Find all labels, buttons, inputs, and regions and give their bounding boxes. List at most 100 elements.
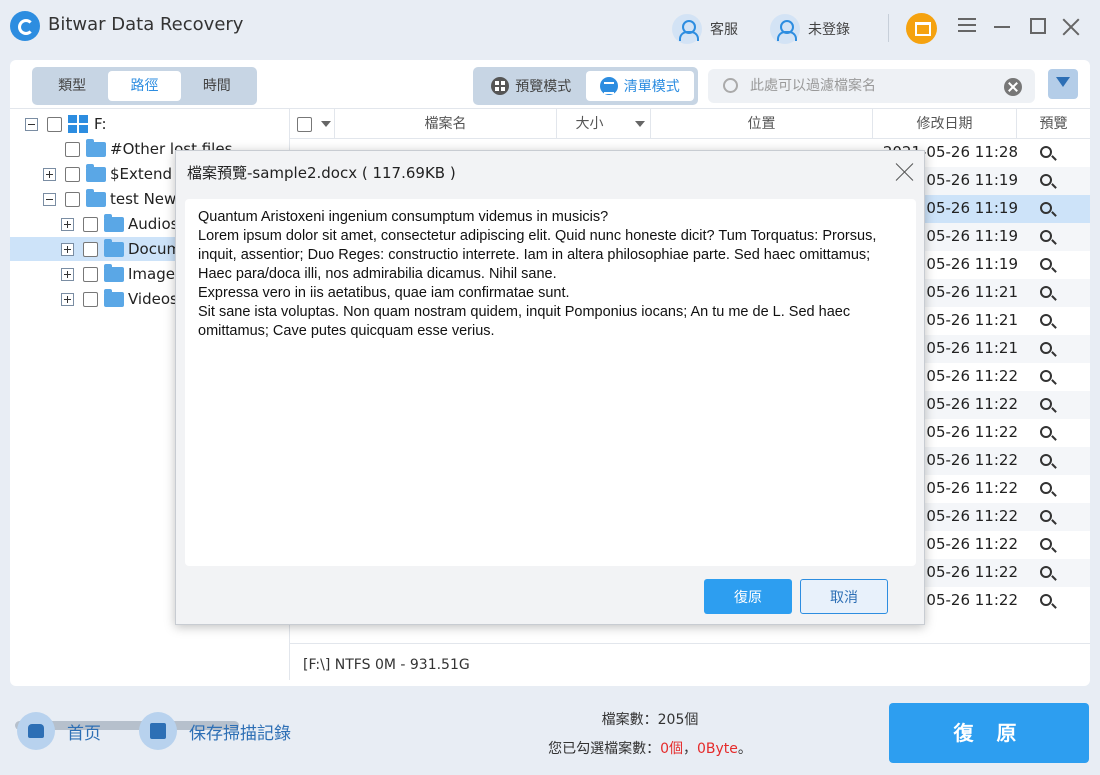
selected-summary: 您已勾選檔案數：0個，0Byte。 [548, 741, 752, 757]
collapse-icon[interactable] [25, 117, 38, 131]
file-count: 檔案數：205個 [601, 712, 699, 728]
save-scan-button[interactable]: 保存掃描記錄 [139, 712, 291, 750]
folder-icon [104, 213, 124, 232]
expand-icon[interactable] [43, 167, 56, 181]
preview-magnifier-icon[interactable] [1040, 454, 1052, 466]
preview-content: Quantum Aristoxeni ingenium consumptum v… [185, 199, 916, 566]
expand-icon[interactable] [61, 217, 74, 231]
preview-line: Lorem ipsum dolor sit amet, consectetur … [198, 228, 877, 282]
preview-magnifier-icon[interactable] [1040, 230, 1052, 242]
scan-view-tabs: 類型 路徑 時間 [32, 67, 257, 105]
filter-icon[interactable] [1048, 69, 1078, 99]
preview-line: Sit sane ista voluptas. Non quam nostram… [198, 304, 851, 339]
preview-magnifier-icon[interactable] [1040, 314, 1052, 326]
expand-icon[interactable] [61, 242, 74, 256]
column-size[interactable]: 大小 [557, 109, 651, 139]
tree-item[interactable]: F: [10, 112, 289, 136]
login-label: 未登錄 [808, 22, 850, 38]
drive-icon [68, 115, 88, 133]
app-title: Bitwar Data Recovery [48, 14, 244, 35]
preview-mode-label: 預覽模式 [515, 79, 572, 95]
folder-icon [86, 138, 106, 157]
list-icon [599, 77, 618, 95]
partition-info: [F:\] NTFS 0M - 931.51G [303, 657, 470, 673]
app-logo-icon [10, 11, 40, 41]
close-window-icon[interactable] [1062, 18, 1080, 36]
expand-icon[interactable] [61, 267, 74, 281]
sort-caret-icon [635, 121, 645, 127]
tree-checkbox[interactable] [65, 191, 80, 207]
file-preview-dialog: 檔案預覽-sample2.docx ( 117.69KB ) Quantum A… [175, 150, 925, 625]
cart-icon[interactable] [906, 13, 937, 44]
tree-item-label: Videos [128, 290, 178, 308]
tab-type[interactable]: 類型 [36, 71, 108, 101]
home-icon [17, 712, 55, 750]
minimize-icon[interactable] [994, 26, 1010, 28]
save-icon [139, 712, 177, 750]
select-all-checkbox[interactable] [297, 117, 312, 132]
search-box [708, 69, 1035, 103]
column-modified[interactable]: 修改日期 [873, 109, 1017, 139]
menu-icon[interactable] [958, 18, 976, 36]
close-icon[interactable] [895, 162, 915, 182]
dialog-title: 檔案預覽-sample2.docx ( 117.69KB ) [187, 164, 456, 182]
preview-magnifier-icon[interactable] [1040, 146, 1052, 158]
tree-item-label: F: [94, 115, 107, 133]
grid-icon [491, 77, 510, 95]
preview-magnifier-icon[interactable] [1040, 594, 1052, 606]
tree-checkbox[interactable] [65, 166, 80, 182]
search-input[interactable] [750, 69, 1000, 103]
list-mode-button[interactable]: 清單模式 [585, 71, 694, 101]
tree-checkbox[interactable] [83, 266, 98, 282]
title-bar: Bitwar Data Recovery 客服 未登錄 [0, 0, 1100, 56]
preview-magnifier-icon[interactable] [1040, 426, 1052, 438]
tree-checkbox[interactable] [47, 116, 62, 132]
preview-magnifier-icon[interactable] [1040, 482, 1052, 494]
preview-magnifier-icon[interactable] [1040, 510, 1052, 522]
column-location[interactable]: 位置 [651, 109, 873, 139]
folder-icon [104, 288, 124, 307]
preview-magnifier-icon[interactable] [1040, 342, 1052, 354]
column-name[interactable]: 檔案名 [335, 109, 557, 139]
select-all-header[interactable] [290, 109, 335, 139]
preview-magnifier-icon[interactable] [1040, 566, 1052, 578]
tree-item-label: Docum [128, 240, 182, 258]
status-bar: [F:\] NTFS 0M - 931.51G [290, 643, 1090, 686]
collapse-icon[interactable] [43, 192, 56, 206]
column-preview[interactable]: 預覽 [1017, 109, 1090, 139]
home-button[interactable]: 首页 [17, 712, 101, 750]
support-icon [672, 14, 702, 44]
dialog-recover-button[interactable]: 復原 [704, 579, 792, 614]
preview-magnifier-icon[interactable] [1040, 202, 1052, 214]
preview-magnifier-icon[interactable] [1040, 538, 1052, 550]
recover-button[interactable]: 復 原 [889, 703, 1089, 763]
selection-summary: 檔案數：205個 您已勾選檔案數：0個，0Byte。 [520, 706, 780, 764]
tree-checkbox[interactable] [83, 291, 98, 307]
preview-mode-button[interactable]: 預覽模式 [477, 71, 586, 101]
preview-magnifier-icon[interactable] [1040, 258, 1052, 270]
column-size-label: 大小 [575, 116, 604, 132]
preview-line: Quantum Aristoxeni ingenium consumptum v… [198, 209, 609, 225]
tree-checkbox[interactable] [65, 141, 80, 157]
dialog-cancel-button[interactable]: 取消 [800, 579, 888, 614]
login-button[interactable]: 未登錄 [770, 14, 850, 44]
tree-checkbox[interactable] [83, 216, 98, 232]
tree-item-label: Audios [128, 215, 179, 233]
clear-search-icon[interactable] [1004, 78, 1022, 96]
table-header: 檔案名 大小 位置 修改日期 預覽 [290, 109, 1090, 139]
tab-time[interactable]: 時間 [181, 71, 253, 101]
tree-checkbox[interactable] [83, 241, 98, 257]
expand-icon[interactable] [61, 292, 74, 306]
preview-magnifier-icon[interactable] [1040, 370, 1052, 382]
chevron-down-icon[interactable] [321, 121, 331, 127]
user-icon [770, 14, 800, 44]
support-button[interactable]: 客服 [672, 14, 738, 44]
tab-path[interactable]: 路徑 [108, 71, 181, 101]
preview-magnifier-icon[interactable] [1040, 174, 1052, 186]
preview-magnifier-icon[interactable] [1040, 286, 1052, 298]
view-mode-toggle: 預覽模式 清單模式 [473, 67, 698, 105]
preview-line: Expressa vero in iis aetatibus, quae iam… [198, 285, 570, 301]
maximize-icon[interactable] [1030, 18, 1046, 34]
preview-magnifier-icon[interactable] [1040, 398, 1052, 410]
folder-icon [86, 163, 106, 182]
